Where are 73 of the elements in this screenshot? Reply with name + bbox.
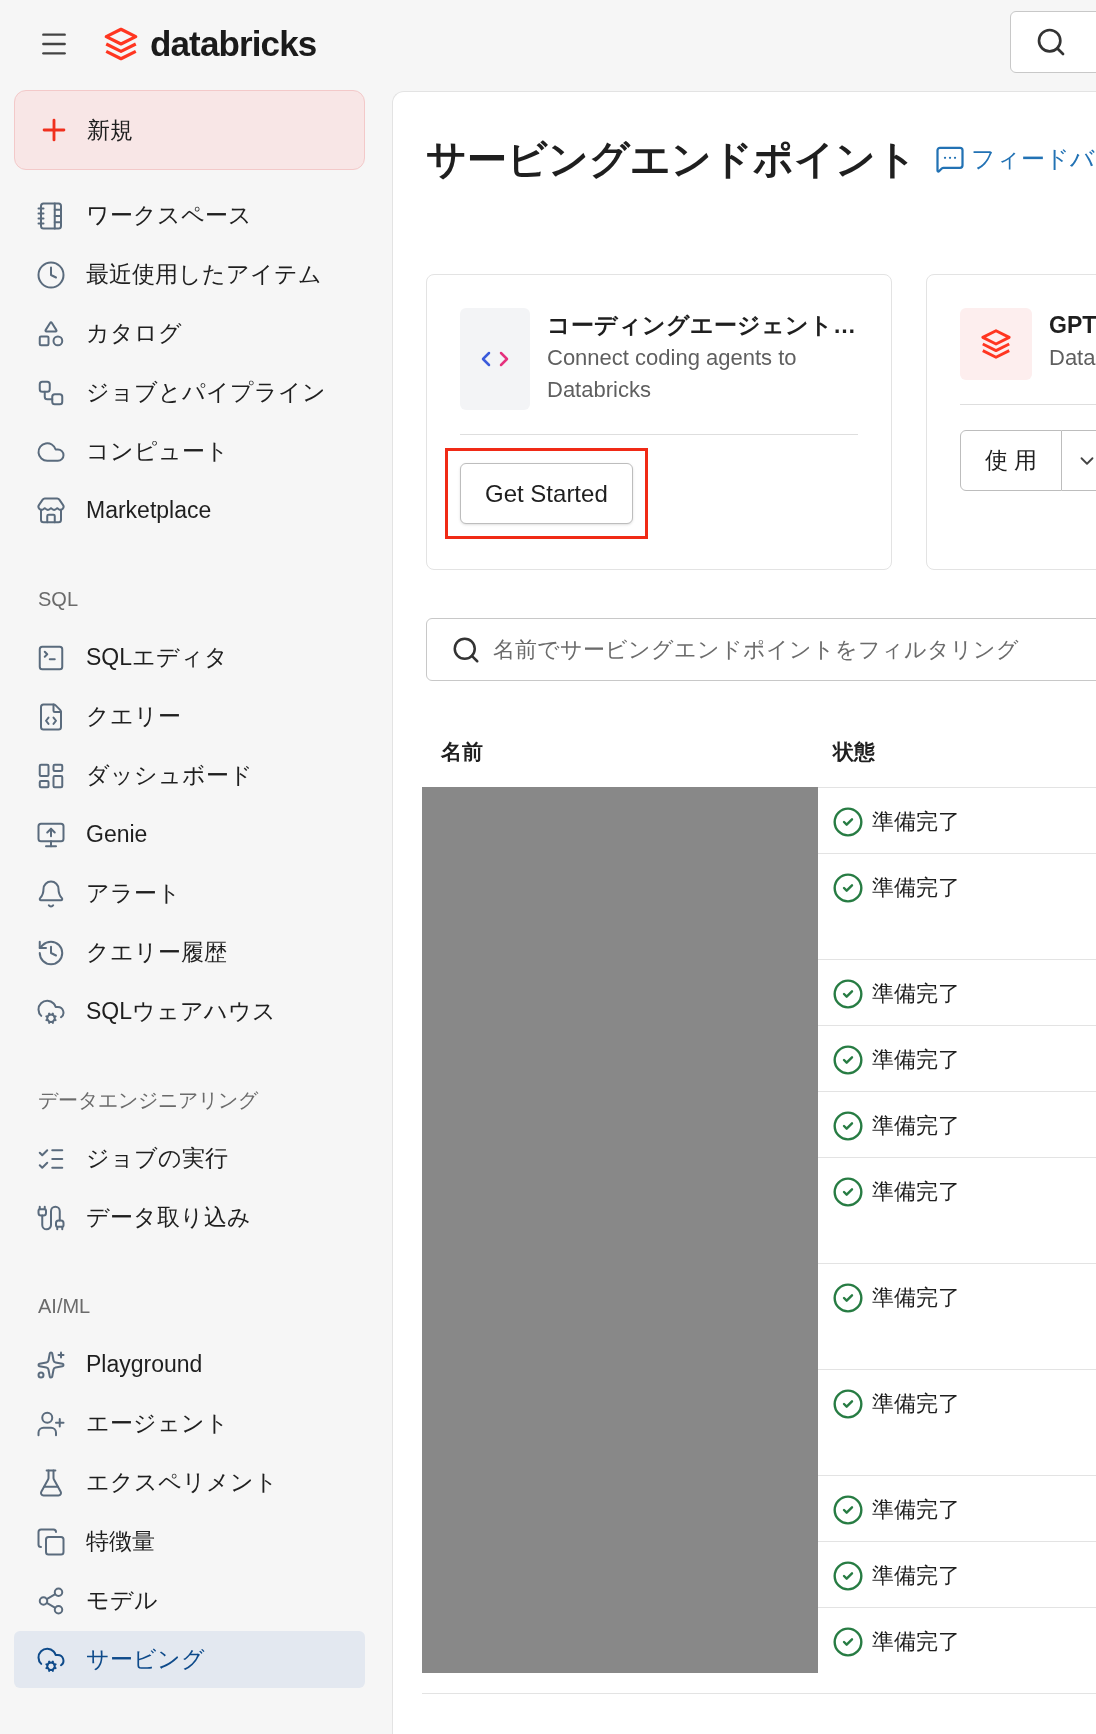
filter-input[interactable]: 名前でサービングエンドポイントをフィルタリング xyxy=(493,633,1096,666)
layers-icon xyxy=(979,327,1013,361)
sidebar-item[interactable]: クエリー xyxy=(14,688,365,745)
store-icon xyxy=(36,495,66,526)
logo-text: databricks xyxy=(150,22,317,65)
status-text: 準備完了 xyxy=(872,1628,960,1656)
check-circle-icon xyxy=(832,1387,864,1420)
status-text: 準備完了 xyxy=(872,1496,960,1524)
page-title: サービングエンドポイント xyxy=(426,136,917,183)
section-heading: データエンジニアリング xyxy=(37,1088,259,1113)
get-started-button[interactable]: Get Started xyxy=(460,463,633,524)
clock-icon xyxy=(36,259,66,290)
filter-field[interactable]: 名前でサービングエンドポイントをフィルタリング xyxy=(426,618,1096,681)
sidebar-item[interactable]: エクスペリメント xyxy=(14,1454,365,1511)
sidebar-item[interactable]: 最近使用したアイテム xyxy=(14,246,365,303)
sidebar-item[interactable]: サービング xyxy=(14,1631,365,1688)
card-description: Connect coding agents to Databricks xyxy=(547,344,798,404)
sidebar-item[interactable]: Genie xyxy=(14,806,365,863)
sidebar-item[interactable]: コンピュート xyxy=(14,423,365,480)
status-text: 準備完了 xyxy=(872,1562,960,1590)
card-description: Data xyxy=(1049,344,1096,372)
shapes-icon xyxy=(36,318,66,349)
status-text: 準備完了 xyxy=(872,1112,960,1140)
bell-icon xyxy=(36,878,66,909)
sidebar-item[interactable]: Marketplace xyxy=(14,482,365,539)
new-button[interactable]: 新規 xyxy=(14,90,365,170)
sidebar-item[interactable]: アラート xyxy=(14,865,365,922)
sidebar-item[interactable]: 特徴量 xyxy=(14,1513,365,1570)
sidebar-item[interactable]: エージェント xyxy=(14,1395,365,1452)
sidebar-item[interactable]: ワークスペース xyxy=(14,187,365,244)
status-text: 準備完了 xyxy=(872,980,960,1008)
sparkles-icon xyxy=(36,1349,66,1380)
section-heading: SQL xyxy=(37,587,80,612)
card-title: コーディングエージェント… xyxy=(547,311,856,340)
column-header: 状態 xyxy=(831,738,875,765)
status-text: 準備完了 xyxy=(872,874,960,902)
sidebar-item[interactable]: ジョブとパイプライン xyxy=(14,364,365,421)
check-circle-icon xyxy=(832,1281,864,1314)
check-circle-icon xyxy=(832,1493,864,1526)
card-title: GPT xyxy=(1049,311,1096,340)
check-circle-icon xyxy=(832,871,864,904)
copy-icon xyxy=(36,1526,66,1557)
search-icon xyxy=(1035,26,1067,58)
check-circle-icon xyxy=(832,1559,864,1592)
sidebar-item[interactable]: クエリー履歴 xyxy=(14,924,365,981)
status-text: 準備完了 xyxy=(872,1046,960,1074)
check-circle-icon xyxy=(832,1043,864,1076)
status-text: 準備完了 xyxy=(872,808,960,836)
status-text: 準備完了 xyxy=(872,1284,960,1312)
feedback-link[interactable]: フィードバ xyxy=(935,141,1095,177)
sidebar-item[interactable]: ジョブの実行 xyxy=(14,1130,365,1187)
check-circle-icon xyxy=(832,1109,864,1142)
sidebar-item[interactable]: モデル xyxy=(14,1572,365,1629)
sidebar-item[interactable]: ダッシュボード xyxy=(14,747,365,804)
sidebar-item[interactable]: データ取り込み xyxy=(14,1189,365,1246)
databricks-logo-icon xyxy=(102,25,140,63)
sidebar-item[interactable]: SQLエディタ xyxy=(14,629,365,686)
section-heading: AI/ML xyxy=(37,1294,92,1319)
search-field[interactable] xyxy=(1010,11,1096,73)
sidebar-item[interactable]: カタログ xyxy=(14,305,365,362)
check-circle-icon xyxy=(832,977,864,1010)
use-button[interactable]: 使 用 xyxy=(960,430,1063,491)
check-circle-icon xyxy=(832,1625,864,1658)
check-circle-icon xyxy=(832,1175,864,1208)
status-text: 準備完了 xyxy=(872,1178,960,1206)
status-text: 準備完了 xyxy=(872,1390,960,1418)
code-icon xyxy=(480,349,510,369)
check-circle-icon xyxy=(832,805,864,838)
chat-icon xyxy=(935,144,965,174)
network-icon xyxy=(36,1585,66,1616)
sidebar-item[interactable]: Playground xyxy=(14,1336,365,1393)
sidebar-item[interactable]: SQLウェアハウス xyxy=(14,983,365,1040)
column-header: 名前 xyxy=(440,738,484,765)
